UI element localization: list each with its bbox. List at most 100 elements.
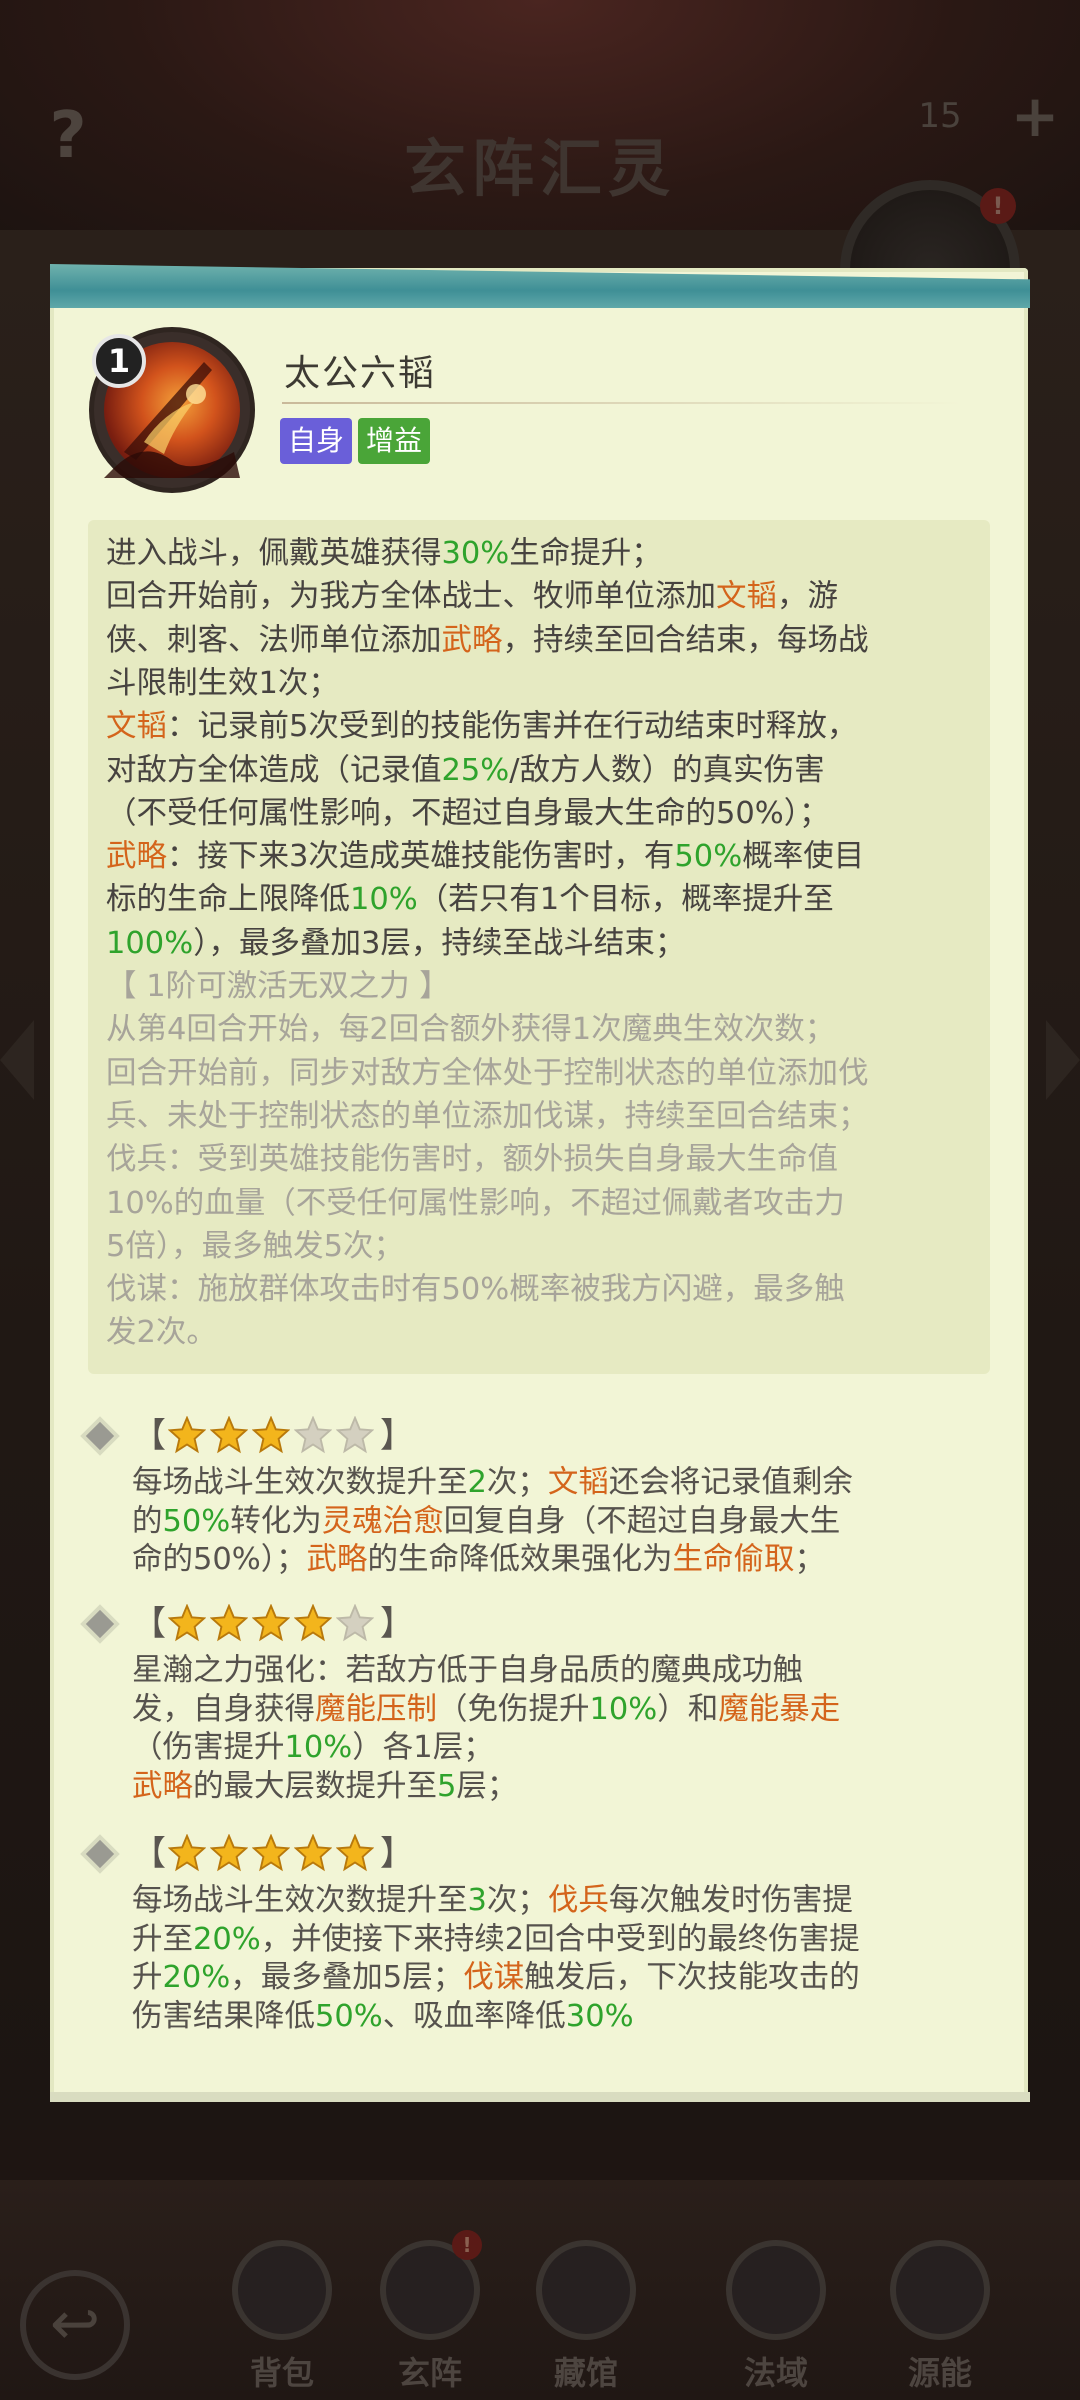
star-filled-icon xyxy=(251,1603,291,1642)
text-segment: /敌方人数）的真实伤害 xyxy=(509,753,825,788)
text-segment: 对敌方全体造成（记录值 xyxy=(106,753,442,788)
nav-item-2[interactable]: 藏馆 xyxy=(516,2240,656,2392)
keyword: 文韬 xyxy=(547,1465,609,1500)
bracket-close: 】 xyxy=(380,1834,414,1874)
keyword: 灵魂治愈 xyxy=(321,1504,444,1539)
keyword: 武略 xyxy=(106,839,167,874)
text-segment: 回合开始前，为我方全体战士、牧师单位添加 xyxy=(106,579,716,614)
value-highlight: 100% xyxy=(106,926,194,961)
text-line: 星瀚之力强化：若敌方低于自身品质的魔典成功触 xyxy=(132,1650,803,1692)
text-segment: 10%的血量（不受任何属性影响，不超过佩戴者攻击力 xyxy=(106,1186,845,1221)
text-line: 侠、刺客、法师单位添加武略，持续至回合结束，每场战 xyxy=(106,619,869,663)
text-segment: 升 xyxy=(132,1960,163,1995)
text-segment: 回合开始前，同步对敌方全体处于控制状态的单位添加伐 xyxy=(106,1056,869,1091)
value-highlight: 2 xyxy=(467,1465,487,1500)
text-segment: 【 1阶可激活无双之力 】 xyxy=(106,969,450,1004)
text-line: 兵、未处于控制状态的单位添加伐谋，持续至回合结束； xyxy=(106,1095,869,1139)
text-line: 升20%，最多叠加5层；伐谋触发后，下次技能攻击的 xyxy=(132,1957,860,1999)
backpack-emblem-icon xyxy=(232,2240,332,2340)
text-segment: 斗限制生效1次； xyxy=(106,666,339,701)
nav-item-4[interactable]: 源能 xyxy=(870,2240,1010,2392)
text-segment: 升至 xyxy=(132,1922,193,1957)
star-filled-icon xyxy=(251,1833,291,1872)
text-segment: ； xyxy=(794,1542,826,1577)
text-segment: 次； xyxy=(486,1465,548,1500)
text-segment: ）各1层； xyxy=(352,1730,494,1765)
text-segment: （免伤提升 xyxy=(437,1692,590,1727)
value-highlight: 20% xyxy=(162,1960,231,1995)
bracket-close: 】 xyxy=(380,1604,414,1644)
keyword: 武略 xyxy=(132,1769,193,1804)
text-segment: 的生命降低效果强化为 xyxy=(367,1542,673,1577)
value-highlight: 50% xyxy=(315,1999,383,2034)
star-empty-icon xyxy=(293,1415,333,1454)
text-line: 伐谋：施放群体攻击时有50%概率被我方闪避，最多触 xyxy=(106,1268,845,1312)
text-segment: 回复自身（不超过自身最大生 xyxy=(443,1504,841,1539)
back-arrow-icon[interactable]: ↩ xyxy=(20,2270,130,2380)
tag-self: 自身 xyxy=(280,418,353,464)
text-line: 5倍），最多触发5次； xyxy=(106,1225,404,1269)
text-segment: 星瀚之力强化：若敌方低于自身品质的魔典成功触 xyxy=(132,1653,803,1688)
text-segment: 层； xyxy=(456,1769,518,1804)
text-line: 武略：接下来3次造成英雄技能伤害时，有50%概率使目 xyxy=(106,835,864,879)
nav-item-3[interactable]: 法域 xyxy=(706,2240,846,2392)
text-segment: 的 xyxy=(132,1504,163,1539)
star-filled-icon xyxy=(167,1833,207,1872)
text-segment: ：记录前5次受到的技能伤害并在行动结束时释放， xyxy=(167,709,858,744)
text-segment: ，并使接下来持续2回合中受到的最终伤害提 xyxy=(260,1922,860,1957)
text-segment: 触发后，下次技能攻击的 xyxy=(524,1960,860,1995)
star-filled-icon xyxy=(293,1833,333,1872)
text-line: 对敌方全体造成（记录值25%/敌方人数）的真实伤害 xyxy=(106,749,825,793)
nav-label: 玄阵 xyxy=(397,2354,462,2392)
text-line: 每场战斗生效次数提升至3次；伐兵每次触发时伤害提 xyxy=(132,1880,853,1922)
star-filled-icon xyxy=(209,1415,249,1454)
text-line: 命的50%）；武略的生命降低效果强化为生命偷取； xyxy=(132,1539,825,1581)
star-filled-icon xyxy=(209,1603,249,1642)
text-segment: 伤害结果降低 xyxy=(132,1999,315,2034)
text-segment: 命的50%）； xyxy=(132,1542,307,1577)
text-segment: 侠、刺客、法师单位添加 xyxy=(106,623,442,658)
text-line: 升至20%，并使接下来持续2回合中受到的最终伤害提 xyxy=(132,1919,860,1961)
value-highlight: 50% xyxy=(674,839,743,874)
collection-book-icon xyxy=(536,2240,636,2340)
keyword: 生命偷取 xyxy=(672,1542,795,1577)
text-segment: 伐谋：施放群体攻击时有50%概率被我方闪避，最多触 xyxy=(106,1272,845,1307)
keyword: 魔能暴走 xyxy=(718,1692,841,1727)
card-bottom-edge xyxy=(50,2092,1030,2102)
value-highlight: 5 xyxy=(437,1769,457,1804)
value-highlight: 10% xyxy=(350,882,418,917)
text-line: 武略的最大层数提升至5层； xyxy=(132,1766,517,1808)
alert-badge: ! xyxy=(452,2230,482,2260)
text-segment: ），最多叠加3层，持续至战斗结束； xyxy=(193,926,686,961)
text-line: 伤害结果降低50%、吸血率降低30% xyxy=(132,1996,634,2038)
text-line: 100%），最多叠加3层，持续至战斗结束； xyxy=(106,922,685,966)
text-line: 从第4回合开始，每2回合额外获得1次魔典生效次数； xyxy=(106,1008,835,1052)
nav-label: 法域 xyxy=(743,2354,808,2392)
text-segment: 进入战斗，佩戴英雄获得 xyxy=(106,536,442,571)
star-filled-icon xyxy=(167,1603,207,1642)
keyword: 文韬 xyxy=(716,579,777,614)
text-line: 发2次。 xyxy=(106,1311,217,1355)
keyword: 魔能压制 xyxy=(315,1692,437,1727)
source-energy-icon xyxy=(890,2240,990,2340)
text-line: 的50%转化为灵魂治愈回复自身（不超过自身最大生 xyxy=(132,1501,840,1543)
nav-item-1[interactable]: 玄阵! xyxy=(360,2230,500,2392)
level-badge: 1 xyxy=(92,334,146,388)
text-segment: 生命提升； xyxy=(509,536,662,571)
nav-item-0[interactable]: 背包 xyxy=(212,2240,352,2392)
value-highlight: 10% xyxy=(589,1692,658,1727)
add-icon[interactable]: + xyxy=(1005,86,1065,146)
text-line: 伐兵：受到英雄技能伤害时，额外损失自身最大生命值 xyxy=(106,1138,838,1182)
text-segment: 伐兵：受到英雄技能伤害时，额外损失自身最大生命值 xyxy=(106,1142,838,1177)
keyword: 武略 xyxy=(441,623,503,658)
text-line: 【 1阶可激活无双之力 】 xyxy=(106,965,450,1009)
title-divider xyxy=(282,402,962,404)
text-segment: 5倍），最多触发5次； xyxy=(106,1229,405,1264)
text-segment: 每场战斗生效次数提升至 xyxy=(132,1883,468,1918)
text-segment: 次； xyxy=(486,1883,548,1918)
keyword: 武略 xyxy=(306,1542,368,1577)
text-line: 10%的血量（不受任何属性影响，不超过佩戴者攻击力 xyxy=(106,1182,845,1226)
keyword: 文韬 xyxy=(106,709,167,744)
text-line: 发，自身获得魔能压制（免伤提升10%）和魔能暴走 xyxy=(132,1689,840,1731)
bracket-close: 】 xyxy=(380,1416,414,1456)
